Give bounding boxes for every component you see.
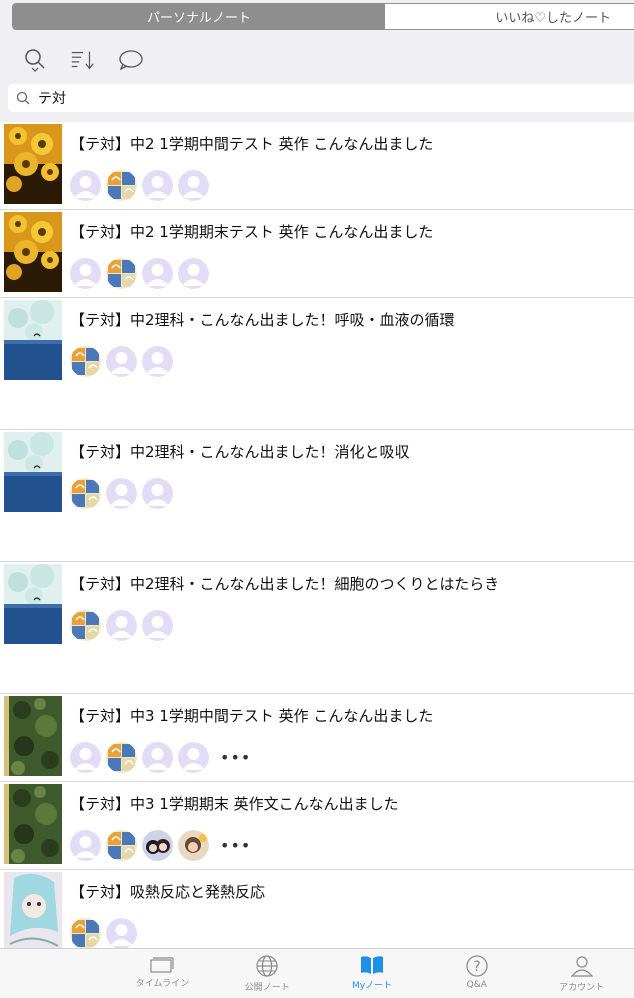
tab-bar: タイムライン 公開ノート Myノート ? Q&A アカウント [0, 948, 634, 998]
note-thumbnail [4, 564, 62, 644]
timeline-icon [150, 957, 174, 973]
note-row[interactable]: 【テ対】中2理科・こんなん出ました！細胞のつくりとはたらき [0, 562, 634, 694]
avatar-group [70, 918, 137, 949]
avatar[interactable] [106, 742, 137, 773]
avatar-group [70, 258, 209, 289]
tab-label: タイムライン [135, 979, 190, 989]
note-thumbnail [4, 784, 62, 864]
avatar[interactable] [142, 346, 173, 377]
tab-label: アカウント [559, 983, 605, 993]
avatar[interactable] [70, 742, 101, 773]
sort-icon[interactable] [70, 46, 96, 74]
note-title: 【テ対】中2理科・こんなん出ました！消化と吸収 [70, 443, 410, 461]
tab-label: Q&A [466, 980, 487, 990]
avatar[interactable] [70, 170, 101, 201]
avatar[interactable] [70, 346, 101, 377]
avatar[interactable] [70, 610, 101, 641]
tab-liked-notes[interactable]: いいね♡したノート [385, 4, 634, 29]
avatar[interactable] [142, 610, 173, 641]
avatar[interactable] [106, 170, 137, 201]
note-title: 【テ対】中2 1学期中間テスト 英作 こんなん出ました [70, 135, 434, 153]
more-avatars-indicator[interactable]: ••• [220, 836, 251, 855]
avatar[interactable] [106, 918, 137, 949]
avatar[interactable] [106, 258, 137, 289]
toolbar [22, 46, 144, 74]
avatar[interactable] [106, 830, 137, 861]
avatar[interactable] [178, 170, 209, 201]
note-row[interactable]: 【テ対】中2理科・こんなん出ました！呼吸・血液の循環 [0, 298, 634, 430]
avatar[interactable] [106, 346, 137, 377]
tab-qa[interactable]: ? Q&A [424, 949, 529, 998]
avatar-group [70, 346, 173, 377]
note-title: 【テ対】吸熱反応と発熱反応 [70, 883, 266, 901]
avatar[interactable] [178, 742, 209, 773]
avatar[interactable] [106, 478, 137, 509]
note-row[interactable]: 【テ対】中2理科・こんなん出ました！消化と吸収 [0, 430, 634, 562]
avatar-group [70, 478, 173, 509]
avatar-group: ••• [70, 742, 251, 773]
book-icon [360, 956, 383, 974]
search-bar[interactable] [8, 84, 634, 112]
note-title: 【テ対】中2理科・こんなん出ました！呼吸・血液の循環 [70, 311, 455, 329]
note-thumbnail [4, 212, 62, 292]
avatar[interactable] [142, 478, 173, 509]
note-thumbnail [4, 432, 62, 512]
avatar[interactable] [142, 258, 173, 289]
avatar[interactable] [142, 742, 173, 773]
note-list: 【テ対】中2 1学期中間テスト 英作 こんなん出ました 【テ対】中2 1学期期末テ… [0, 122, 634, 960]
note-title: 【テ対】中3 1学期期末 英作文こんなん出ました [70, 795, 399, 813]
account-icon [570, 956, 593, 977]
note-title: 【テ対】中2 1学期期末テスト 英作 こんなん出ました [70, 223, 434, 241]
search-field-icon [16, 91, 30, 105]
note-thumbnail [4, 300, 62, 380]
avatar[interactable] [70, 478, 101, 509]
note-thumbnail [4, 696, 62, 776]
avatar[interactable] [142, 170, 173, 201]
avatar-group [70, 170, 209, 201]
question-icon: ? [466, 955, 488, 977]
avatar[interactable] [70, 258, 101, 289]
tab-timeline[interactable]: タイムライン [110, 949, 215, 998]
search-icon[interactable] [22, 46, 48, 74]
note-row[interactable]: 【テ対】中2 1学期期末テスト 英作 こんなん出ました [0, 210, 634, 298]
note-thumbnail [4, 872, 62, 952]
avatar[interactable] [70, 918, 101, 949]
avatar-group: ••• [70, 830, 251, 861]
comment-icon[interactable] [118, 46, 144, 74]
header-area: パーソナルノート いいね♡したノート [0, 0, 634, 122]
avatar[interactable] [178, 830, 209, 861]
note-row[interactable]: 【テ対】吸熱反応と発熱反応 [0, 870, 634, 960]
tab-label: 公開ノート [244, 983, 290, 993]
note-thumbnail [4, 124, 62, 204]
avatar[interactable] [106, 610, 137, 641]
note-title: 【テ対】中2理科・こんなん出ました！細胞のつくりとはたらき [70, 575, 500, 593]
tab-label: Myノート [351, 981, 393, 991]
avatar[interactable] [70, 830, 101, 861]
avatar[interactable] [178, 258, 209, 289]
more-avatars-indicator[interactable]: ••• [220, 748, 251, 767]
segmented-control: パーソナルノート いいね♡したノート [12, 3, 634, 30]
globe-icon [256, 955, 278, 977]
note-row[interactable]: 【テ対】中3 1学期中間テスト 英作 こんなん出ました ••• [0, 694, 634, 782]
avatar-group [70, 610, 173, 641]
note-row[interactable]: 【テ対】中3 1学期期末 英作文こんなん出ました ••• [0, 782, 634, 870]
search-input[interactable] [38, 90, 438, 106]
avatar[interactable] [142, 830, 173, 861]
tab-personal-notes[interactable]: パーソナルノート [13, 4, 385, 29]
tab-account[interactable]: アカウント [529, 949, 634, 998]
svg-text:?: ? [473, 959, 480, 975]
tab-public-notes[interactable]: 公開ノート [215, 949, 320, 998]
note-row[interactable]: 【テ対】中2 1学期中間テスト 英作 こんなん出ました [0, 122, 634, 210]
note-title: 【テ対】中3 1学期中間テスト 英作 こんなん出ました [70, 707, 434, 725]
tab-my-notes[interactable]: Myノート [320, 949, 425, 998]
